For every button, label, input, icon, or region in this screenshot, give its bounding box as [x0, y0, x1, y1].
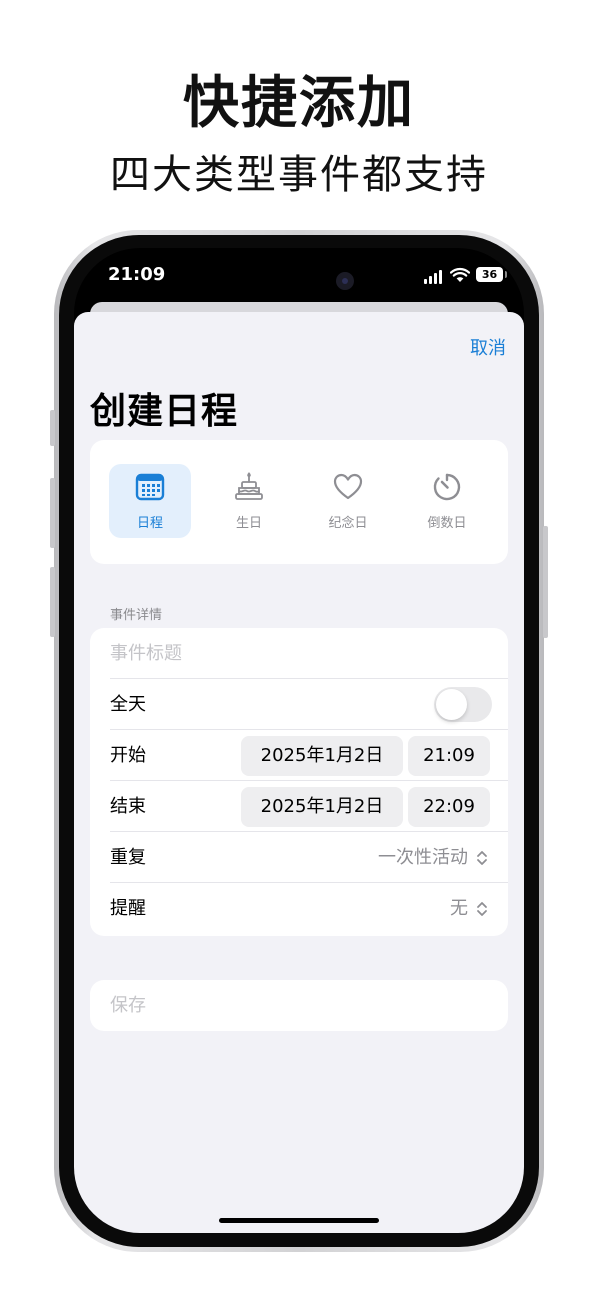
type-schedule[interactable]: 日程 [109, 464, 191, 538]
home-indicator[interactable] [219, 1218, 379, 1223]
calendar-icon [135, 473, 165, 501]
cake-icon [235, 472, 263, 500]
front-camera [336, 272, 354, 290]
event-type-selector: 日程 生日 纪念日 倒数日 [90, 440, 508, 564]
promo-headline: 快捷添加 [183, 71, 415, 136]
all-day-row: 全天 [90, 679, 508, 730]
type-countdown[interactable]: 倒数日 [406, 464, 488, 538]
title-row[interactable]: 事件标题 [90, 628, 508, 679]
end-row: 结束 2025年1月2日 22:09 [90, 781, 508, 832]
end-label: 结束 [110, 796, 146, 817]
save-button[interactable]: 保存 [90, 980, 508, 1031]
start-row: 开始 2025年1月2日 21:09 [90, 730, 508, 781]
timer-icon [433, 473, 461, 501]
phone-volume-down-button [50, 567, 55, 637]
section-header-event-details: 事件详情 [110, 608, 163, 623]
type-schedule-label: 日程 [136, 516, 163, 531]
all-day-label: 全天 [110, 694, 146, 715]
type-countdown-label: 倒数日 [427, 516, 467, 531]
type-birthday[interactable]: 生日 [208, 464, 290, 538]
all-day-toggle[interactable] [434, 687, 492, 722]
start-date-picker[interactable]: 2025年1月2日 [241, 736, 403, 776]
event-details-form: 事件标题 全天 开始 2025年1月2日 21:09 结束 2025年1月2日 … [90, 628, 508, 936]
start-time-picker[interactable]: 21:09 [408, 736, 490, 776]
type-anniversary[interactable]: 纪念日 [307, 464, 389, 538]
reminder-value[interactable]: 无 [450, 883, 468, 934]
create-event-sheet: 取消 创建日程 日程 生日 纪念日 倒数日 事件详情 事件标题 全天 开始 20… [74, 312, 524, 1233]
reminder-row[interactable]: 提醒 无 [90, 883, 508, 934]
repeat-row[interactable]: 重复 一次性活动 [90, 832, 508, 883]
chevron-up-down-icon [477, 902, 487, 916]
cancel-button[interactable]: 取消 [470, 334, 506, 360]
end-date-picker[interactable]: 2025年1月2日 [241, 787, 403, 827]
phone-screen: 21:09 36 取消 创建日程 日程 生日 纪念日 倒数日 事件详情 事件标题… [74, 248, 524, 1233]
phone-volume-up-button [50, 478, 55, 548]
repeat-label: 重复 [110, 847, 146, 868]
promo-subline: 四大类型事件都支持 [110, 152, 488, 198]
page-title: 创建日程 [90, 391, 239, 432]
chevron-up-down-icon [477, 851, 487, 865]
repeat-value[interactable]: 一次性活动 [378, 832, 468, 883]
start-label: 开始 [110, 745, 146, 766]
reminder-label: 提醒 [110, 898, 146, 919]
end-time-picker[interactable]: 22:09 [408, 787, 490, 827]
type-birthday-label: 生日 [235, 516, 262, 531]
toggle-knob [436, 689, 467, 720]
phone-power-button [543, 526, 548, 638]
type-anniversary-label: 纪念日 [328, 516, 368, 531]
status-time: 21:09 [108, 264, 166, 285]
phone-side-button [50, 410, 55, 446]
event-title-input[interactable]: 事件标题 [110, 628, 182, 679]
battery-icon: 36 [476, 267, 507, 282]
wifi-icon [450, 267, 470, 282]
heart-icon [333, 473, 363, 500]
cellular-signal-icon [424, 270, 444, 284]
save-button-label: 保存 [110, 995, 146, 1016]
